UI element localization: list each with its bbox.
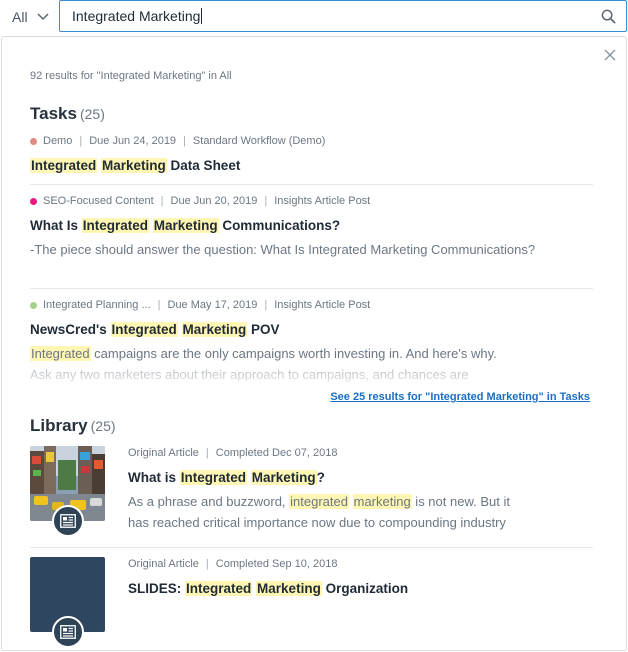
task-description: -The piece should answer the question: W…	[30, 242, 536, 257]
article-type-badge	[52, 616, 84, 648]
divider	[30, 288, 593, 289]
match-highlight: Marketing	[256, 581, 322, 596]
library-item-title[interactable]: What is Integrated Marketing?	[128, 469, 593, 487]
library-title: Library	[30, 416, 88, 435]
project-color-dot	[30, 197, 37, 205]
results-summary: 92 results for "Integrated Marketing" in…	[30, 70, 232, 82]
task-meta: Integrated Planning ... | Due May 17, 20…	[30, 298, 593, 312]
divider	[30, 547, 593, 548]
task-title[interactable]: What Is Integrated Marketing Communicati…	[30, 217, 593, 235]
task-title-text: POV	[247, 322, 280, 337]
match-highlight: Integrated	[30, 158, 98, 173]
library-item-description: As a phrase and buzzword, integrated mar…	[128, 491, 593, 533]
library-title-text: Organization	[321, 581, 409, 596]
task-project: Demo	[43, 135, 73, 147]
task-title-text: NewsCred's	[30, 322, 111, 337]
article-status: Completed Sep 10, 2018	[215, 558, 338, 570]
library-item-body: Original Article | Completed Sep 10, 201…	[128, 557, 593, 598]
meta-separator: |	[157, 299, 161, 311]
meta-separator: |	[205, 558, 209, 570]
meta-separator: |	[79, 135, 83, 147]
library-title-text: ?	[316, 470, 325, 485]
task-result-item[interactable]: Integrated Planning ... | Due May 17, 20…	[30, 298, 593, 385]
meta-separator: |	[160, 195, 164, 207]
library-item-body: Original Article | Completed Dec 07, 201…	[128, 446, 593, 533]
task-title-text	[178, 322, 182, 337]
library-title-text: SLIDES:	[128, 581, 186, 596]
meta-separator: |	[205, 447, 209, 459]
task-title-text: Communications?	[218, 218, 341, 233]
library-meta: Original Article | Completed Dec 07, 201…	[128, 446, 593, 460]
article-type: Original Article	[128, 447, 199, 459]
library-desc-text: As a phrase and buzzword,	[128, 494, 290, 509]
scope-dropdown[interactable]: All	[0, 0, 60, 33]
meta-separator: |	[183, 135, 186, 147]
library-desc-text: has reached critical importance now due …	[128, 515, 506, 530]
search-icon[interactable]	[601, 9, 616, 24]
match-highlight: Marketing	[250, 470, 317, 485]
match-highlight: Marketing	[101, 158, 167, 173]
search-query: Integrated Marketing	[72, 8, 201, 24]
task-result-item[interactable]: SEO-Focused Content | Due Jun 20, 2019 |…	[30, 194, 593, 260]
close-icon[interactable]	[604, 49, 616, 61]
meta-separator: |	[264, 195, 268, 207]
task-workflow: Insights Article Post	[274, 299, 371, 311]
article-type: Original Article	[128, 558, 199, 570]
task-due: Due Jun 24, 2019	[89, 135, 177, 147]
project-color-dot	[30, 301, 37, 309]
match-highlight: integrated	[289, 494, 349, 509]
task-result-item[interactable]: Demo | Due Jun 24, 2019 | Standard Workf…	[30, 134, 593, 175]
match-highlight: Integrated	[30, 346, 91, 361]
task-due: Due Jun 20, 2019	[170, 195, 258, 207]
search-input[interactable]: Integrated Marketing	[59, 0, 627, 32]
library-item-title[interactable]: SLIDES: Integrated Marketing Organizatio…	[128, 580, 593, 598]
library-meta: Original Article | Completed Sep 10, 201…	[128, 557, 593, 571]
divider	[30, 184, 593, 185]
task-meta: Demo | Due Jun 24, 2019 | Standard Workf…	[30, 134, 593, 148]
task-description-text: Ask any two marketers about their approa…	[30, 367, 469, 382]
article-icon	[60, 625, 76, 639]
task-workflow: Insights Article Post	[274, 195, 371, 207]
task-description-text: campaigns are the only campaigns worth i…	[90, 346, 497, 361]
task-title-text: What Is	[30, 218, 82, 233]
match-highlight: Integrated	[185, 581, 253, 596]
chevron-down-icon	[37, 12, 49, 20]
tasks-heading: Tasks (25)	[30, 104, 105, 124]
meta-separator: |	[264, 299, 268, 311]
match-highlight: marketing	[352, 494, 412, 509]
library-desc-text: is not new. But it	[411, 494, 510, 509]
task-title-text: Data Sheet	[166, 158, 241, 173]
text-caret	[201, 8, 203, 24]
match-highlight: Integrated	[110, 322, 178, 337]
project-color-dot	[30, 137, 37, 145]
see-all-tasks-link[interactable]: See 25 results for "Integrated Marketing…	[330, 391, 590, 403]
task-due: Due May 17, 2019	[167, 299, 258, 311]
match-highlight: Integrated	[179, 470, 248, 485]
article-icon	[60, 514, 76, 528]
task-meta: SEO-Focused Content | Due Jun 20, 2019 |…	[30, 194, 593, 208]
library-title-text: What is	[128, 470, 180, 485]
library-count: (25)	[90, 418, 116, 434]
article-status: Completed Dec 07, 2018	[215, 447, 338, 459]
tasks-title: Tasks	[30, 104, 77, 123]
scope-label: All	[12, 8, 28, 25]
library-heading: Library (25)	[30, 416, 116, 436]
task-project: SEO-Focused Content	[43, 195, 154, 207]
match-highlight: Integrated	[81, 218, 150, 233]
match-highlight: Marketing	[152, 218, 219, 233]
task-description: Integrated campaigns are the only campai…	[30, 343, 593, 385]
article-type-badge	[52, 505, 84, 537]
tasks-count: (25)	[79, 106, 105, 122]
task-project: Integrated Planning ...	[43, 299, 151, 311]
task-workflow: Standard Workflow (Demo)	[192, 135, 326, 147]
task-title[interactable]: NewsCred's Integrated Marketing POV	[30, 321, 593, 339]
search-bar: All Integrated Marketing	[0, 0, 628, 33]
match-highlight: Marketing	[181, 322, 248, 337]
results-panel: 92 results for "Integrated Marketing" in…	[1, 36, 627, 651]
task-title[interactable]: Integrated Marketing Data Sheet	[30, 157, 593, 175]
